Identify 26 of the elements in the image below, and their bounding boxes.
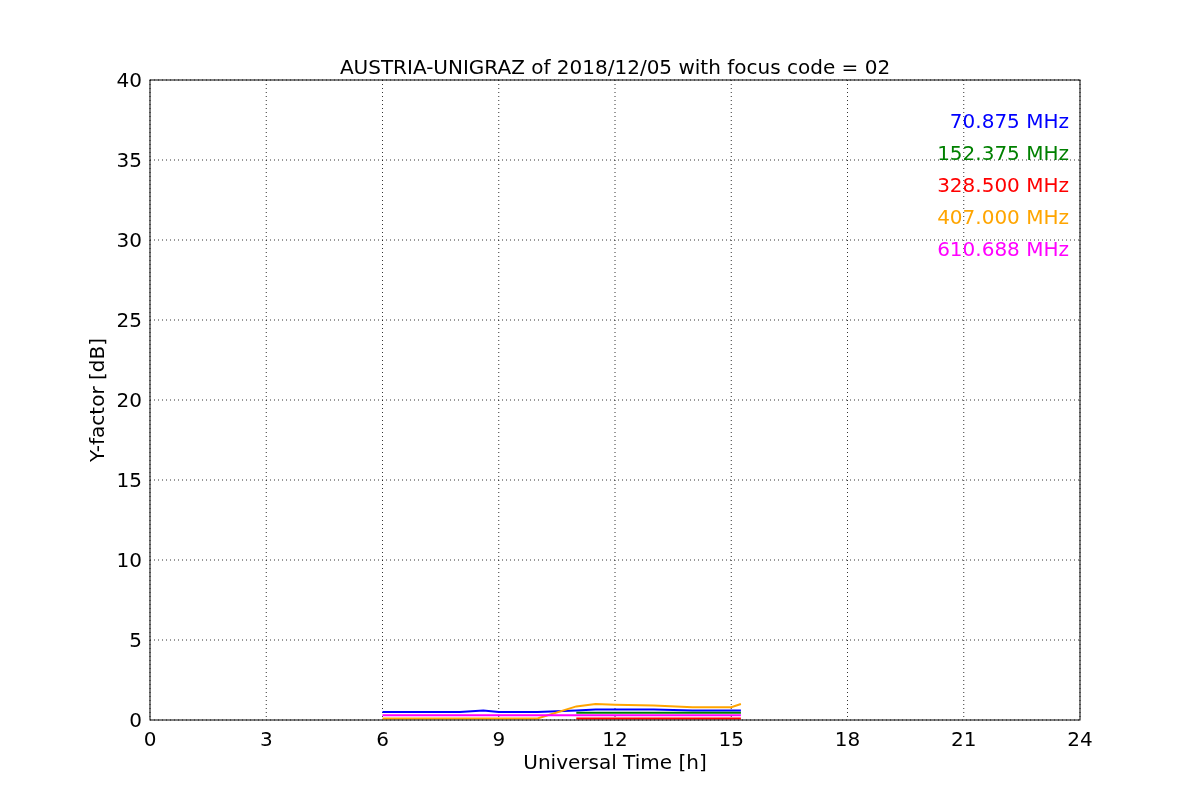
legend-label: 610.688 MHz: [937, 237, 1069, 261]
y-tick-label: 15: [116, 468, 142, 492]
chart-title: AUSTRIA-UNIGRAZ of 2018/12/05 with focus code = 02: [339, 55, 891, 79]
x-tick-label: 21: [951, 727, 977, 751]
legend-label: 328.500 MHz: [937, 173, 1069, 197]
y-axis-label: Y-factor [dB]: [85, 338, 109, 462]
x-tick-label: 15: [718, 727, 744, 751]
y-tick-label: 20: [116, 388, 142, 412]
x-tick-label: 6: [376, 727, 389, 751]
x-tick-label: 12: [602, 727, 628, 751]
x-tick-label: 24: [1067, 727, 1093, 751]
y-tick-label: 10: [116, 548, 142, 572]
y-tick-label: 35: [116, 148, 142, 172]
y-tick-label: 25: [116, 308, 142, 332]
y-tick-label: 5: [129, 628, 142, 652]
legend-label: 407.000 MHz: [937, 205, 1069, 229]
y-tick-label: 40: [116, 68, 142, 92]
x-tick-label: 18: [834, 727, 861, 751]
x-tick-label: 3: [259, 727, 273, 751]
x-tick-label: 0: [143, 727, 157, 751]
x-tick-label: 9: [492, 727, 506, 751]
x-axis-label: Universal Time [h]: [523, 750, 707, 774]
legend-label: 152.375 MHz: [937, 141, 1069, 165]
y-tick-label: 30: [116, 228, 142, 252]
y-tick-label: 0: [129, 708, 142, 732]
legend-label: 70.875 MHz: [949, 109, 1069, 133]
